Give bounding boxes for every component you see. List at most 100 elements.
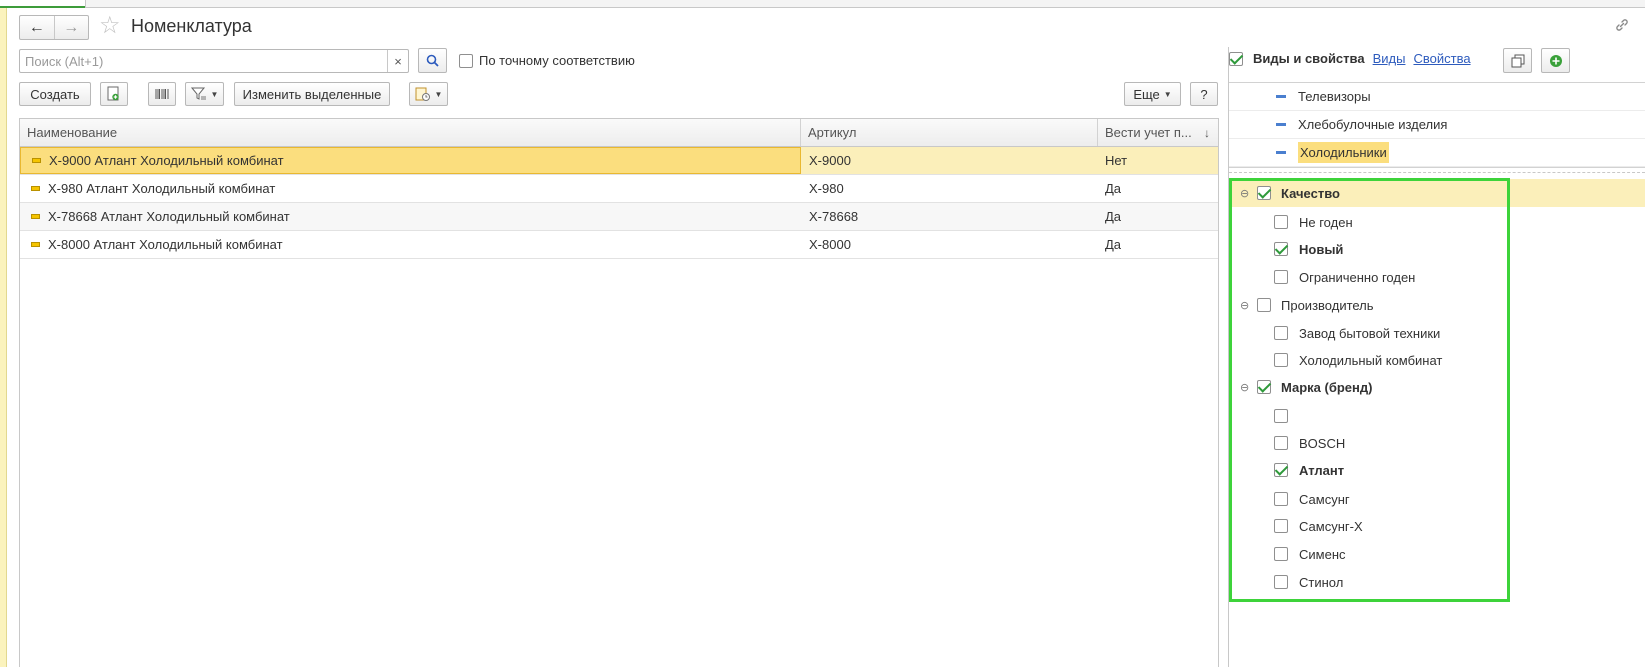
table-row[interactable]: X-980 Атлант Холодильный комбинат X-980 … xyxy=(20,175,1218,203)
exact-match-label: По точному соответствию xyxy=(479,53,635,68)
table-row[interactable]: X-78668 Атлант Холодильный комбинат X-78… xyxy=(20,203,1218,231)
report-button[interactable]: ▼ xyxy=(409,82,448,106)
change-selected-button[interactable]: Изменить выделенные xyxy=(234,82,390,106)
exact-match-option[interactable]: По точному соответствию xyxy=(459,53,635,68)
property-value[interactable]: Самсунг-Х xyxy=(1229,512,1645,540)
collapse-icon[interactable]: ⊖ xyxy=(1240,187,1249,200)
item-icon xyxy=(31,242,40,247)
property-checkbox[interactable] xyxy=(1274,215,1288,229)
kinds-properties-toggle-checkbox[interactable] xyxy=(1229,51,1243,66)
kind-item-televisions[interactable]: Телевизоры xyxy=(1229,83,1645,111)
row-name: X-8000 Атлант Холодильный комбинат xyxy=(48,237,283,252)
property-value[interactable]: Не годен xyxy=(1229,208,1645,236)
property-label: Стинол xyxy=(1299,574,1344,590)
property-value[interactable]: Стинол xyxy=(1229,568,1645,596)
property-checkbox[interactable] xyxy=(1257,380,1271,394)
search-input[interactable] xyxy=(20,50,388,72)
property-group[interactable]: ⊖ Производитель xyxy=(1229,291,1645,319)
row-article: X-8000 xyxy=(809,237,851,252)
search-button[interactable] xyxy=(418,48,447,73)
filter-button[interactable]: ▼ xyxy=(185,82,224,106)
copy-button[interactable] xyxy=(100,82,128,106)
column-header-name[interactable]: Наименование xyxy=(20,119,801,146)
properties-tree: ⊖ Качество Не годен Новый Ограниченно го… xyxy=(1229,178,1645,667)
panel-header: Виды и свойства Виды Свойства xyxy=(1229,51,1471,66)
table-row[interactable]: X-9000 Атлант Холодильный комбинат X-900… xyxy=(20,147,1218,175)
property-value[interactable]: Сименс xyxy=(1229,540,1645,568)
report-icon xyxy=(415,87,430,101)
favorite-star-icon[interactable]: ☆ xyxy=(99,13,121,39)
kind-label: Телевизоры xyxy=(1298,89,1371,104)
panel-title: Виды и свойства xyxy=(1253,51,1365,66)
properties-link[interactable]: Свойства xyxy=(1413,51,1470,66)
sort-down-icon: ↓ xyxy=(1204,125,1210,140)
more-button[interactable]: Еще ▼ xyxy=(1124,82,1181,106)
search-box: × xyxy=(19,49,409,73)
property-checkbox[interactable] xyxy=(1274,242,1288,256)
report-dropdown-icon: ▼ xyxy=(434,89,443,99)
panel-add-button[interactable] xyxy=(1541,48,1570,73)
property-label: Качество xyxy=(1281,185,1340,201)
property-label: Самсунг-Х xyxy=(1299,518,1363,534)
property-group[interactable]: ⊖ Марка (бренд) xyxy=(1229,373,1645,401)
property-checkbox[interactable] xyxy=(1274,547,1288,561)
property-checkbox[interactable] xyxy=(1274,409,1288,423)
kind-item-refrigerators[interactable]: Холодильники xyxy=(1229,139,1645,167)
more-label: Еще xyxy=(1133,86,1160,102)
forward-arrow-icon[interactable]: → xyxy=(55,16,89,39)
help-button[interactable]: ? xyxy=(1190,82,1218,106)
row-name: X-78668 Атлант Холодильный комбинат xyxy=(48,209,290,224)
property-label: Марка (бренд) xyxy=(1281,379,1373,395)
kinds-link[interactable]: Виды xyxy=(1373,51,1406,66)
property-value[interactable]: BOSCH xyxy=(1229,429,1645,457)
kind-icon xyxy=(1276,123,1286,126)
exact-match-checkbox[interactable] xyxy=(459,53,473,68)
link-icon[interactable] xyxy=(1614,17,1630,38)
property-checkbox[interactable] xyxy=(1274,353,1288,367)
property-checkbox[interactable] xyxy=(1274,463,1288,477)
create-button[interactable]: Создать xyxy=(19,82,91,106)
property-value[interactable]: Самсунг xyxy=(1229,485,1645,513)
property-checkbox[interactable] xyxy=(1274,326,1288,340)
table-header: Наименование Артикул Вести учет п... ↓ xyxy=(20,119,1218,147)
property-value[interactable]: Ограниченно годен xyxy=(1229,263,1645,291)
property-checkbox[interactable] xyxy=(1274,519,1288,533)
property-checkbox[interactable] xyxy=(1274,436,1288,450)
filter-dropdown-icon: ▼ xyxy=(210,89,219,99)
property-checkbox[interactable] xyxy=(1274,492,1288,506)
property-checkbox[interactable] xyxy=(1257,298,1271,312)
back-arrow-icon[interactable]: ← xyxy=(20,16,55,39)
property-value[interactable]: Холодильный комбинат xyxy=(1229,346,1645,374)
navigation-buttons: ← → xyxy=(19,15,89,40)
panel-splitter[interactable] xyxy=(1229,172,1645,173)
property-label: Атлант xyxy=(1299,462,1345,478)
property-checkbox[interactable] xyxy=(1274,575,1288,589)
add-icon xyxy=(1549,54,1562,67)
property-value[interactable] xyxy=(1229,402,1645,430)
column-header-article[interactable]: Артикул xyxy=(801,119,1098,146)
nomenclature-table: Наименование Артикул Вести учет п... ↓ X… xyxy=(19,118,1219,667)
property-checkbox[interactable] xyxy=(1274,270,1288,284)
page-title: Номенклатура xyxy=(131,16,252,36)
property-label: Холодильный комбинат xyxy=(1299,352,1443,368)
collapse-icon[interactable]: ⊖ xyxy=(1240,299,1249,312)
kind-item-bakery[interactable]: Хлебобулочные изделия xyxy=(1229,111,1645,139)
row-track: Да xyxy=(1105,209,1122,224)
row-track: Да xyxy=(1105,237,1122,252)
clear-search-icon[interactable]: × xyxy=(387,50,408,72)
barcode-button[interactable] xyxy=(148,82,176,106)
property-value[interactable]: Атлант xyxy=(1229,456,1645,484)
collapse-icon[interactable]: ⊖ xyxy=(1240,381,1249,394)
active-window-tab[interactable] xyxy=(0,0,86,8)
property-group[interactable]: ⊖ Качество xyxy=(1229,179,1645,207)
property-checkbox[interactable] xyxy=(1257,186,1271,200)
property-value[interactable]: Завод бытовой техники xyxy=(1229,319,1645,347)
panel-copy-button[interactable] xyxy=(1503,48,1532,73)
column-header-track[interactable]: Вести учет п... ↓ xyxy=(1098,119,1218,146)
table-row[interactable]: X-8000 Атлант Холодильный комбинат X-800… xyxy=(20,231,1218,259)
property-value[interactable]: Новый xyxy=(1229,235,1645,263)
property-label: Ограниченно годен xyxy=(1299,269,1416,285)
row-article: X-9000 xyxy=(809,153,851,168)
row-name: X-9000 Атлант Холодильный комбинат xyxy=(49,153,284,168)
window-tab-strip xyxy=(0,0,1645,8)
